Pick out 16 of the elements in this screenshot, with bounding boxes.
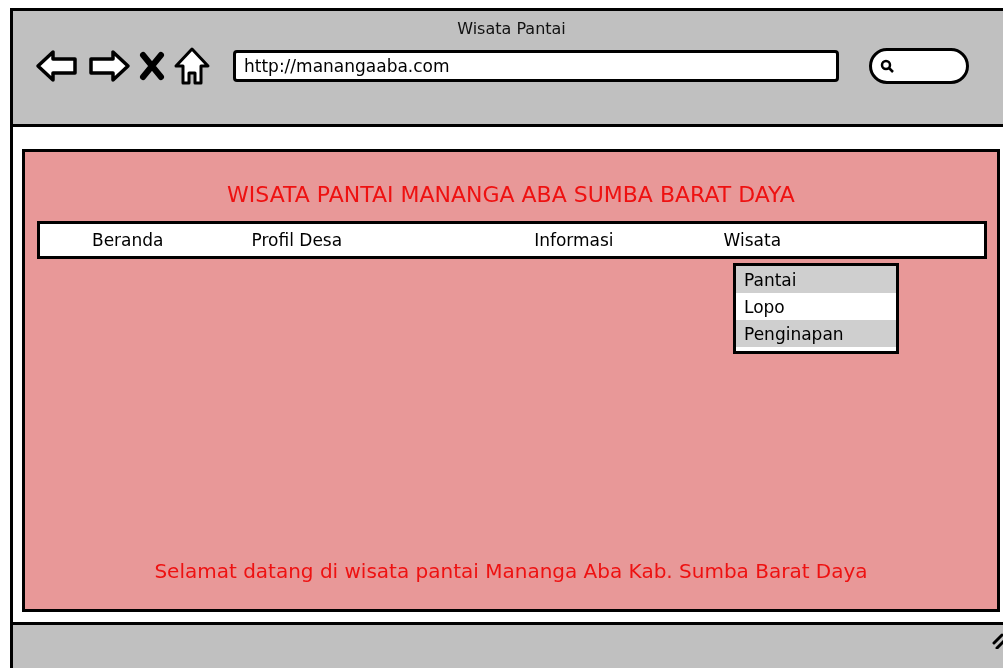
menu-item[interactable]: Penginapan <box>736 320 896 347</box>
close-icon[interactable] <box>139 51 165 81</box>
search-field[interactable] <box>869 48 969 84</box>
search-icon <box>880 59 894 73</box>
page-heading: WISATA PANTAI MANANGA ABA SUMBA BARAT DAYA <box>226 182 796 207</box>
back-icon[interactable] <box>35 48 79 84</box>
nav-link[interactable]: Informasi <box>534 230 614 250</box>
window-title: Wisata Pantai <box>456 18 567 38</box>
menu-item[interactable]: Pantai <box>736 266 896 293</box>
nav-link[interactable]: Profil Desa <box>251 230 343 250</box>
home-icon[interactable] <box>173 46 211 86</box>
nav-link[interactable]: Wisata <box>723 230 782 250</box>
url-field[interactable]: http://manangaaba.com <box>233 50 839 82</box>
forward-icon[interactable] <box>87 48 131 84</box>
nav-link[interactable]: Beranda <box>92 230 164 250</box>
welcome-text: Selamat datang di wisata pantai Mananga Aba Kab. Sumba Barat Daya <box>153 559 869 583</box>
